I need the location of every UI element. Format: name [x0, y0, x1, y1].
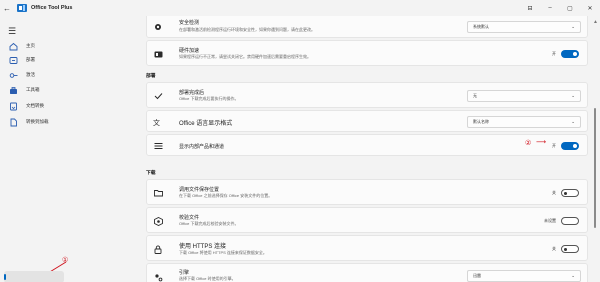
toggle-state-label: 未设置: [544, 218, 556, 223]
close-button[interactable]: ✕: [580, 5, 600, 12]
verify-files-toggle[interactable]: [561, 217, 579, 225]
translate-icon: 文: [153, 117, 163, 127]
card-description: 在下载 Office 之前选择保存 Office 安装文件的位置。: [179, 193, 273, 198]
card-title: 使用 HTTPS 连接: [179, 244, 227, 250]
toggle-state-label: 关: [552, 190, 556, 195]
card-title: 引擎: [179, 270, 190, 276]
hardware-acceleration-toggle[interactable]: [561, 50, 579, 58]
after-deploy-dropdown[interactable]: 无 ⌄: [467, 90, 581, 102]
app-title: Office Tool Plus: [31, 5, 73, 11]
minimize-button[interactable]: –: [540, 5, 560, 11]
checkmark-sparkle-icon: [153, 91, 163, 101]
annotation-arrow-1: [39, 261, 67, 279]
language-format-dropdown[interactable]: 默认名称 ⌄: [467, 116, 581, 128]
settings-card-https: 使用 HTTPS 连接 下载 Office 将使用 HTTPS 连接来保证数据安…: [146, 235, 588, 261]
toggle-state-label: 关: [552, 246, 556, 251]
card-description: 选择下载 Office 时使用的引擎。: [179, 276, 236, 281]
card-title: 校验文件: [179, 215, 200, 221]
title-bar: ← Office Tool Plus ⊟ – ▢ ✕: [0, 0, 600, 16]
back-arrow-icon: ←: [3, 3, 11, 13]
compact-mode-icon[interactable]: ⊟: [520, 5, 540, 12]
sidebar: ☰ 主页 部署 激活 工具箱 文档转换 转换到加载 ①: [0, 16, 110, 282]
chevron-down-icon: ⌄: [571, 273, 575, 278]
chevron-down-icon: ⌄: [571, 24, 575, 29]
dropdown-value: 无: [473, 93, 477, 98]
sidebar-item-settings[interactable]: [4, 271, 64, 282]
gpu-icon: [153, 49, 163, 59]
back-button[interactable]: ←: [0, 0, 14, 16]
card-description: Office 下载完成后要执行的操作。: [179, 96, 239, 101]
card-title: 硬件加速: [179, 48, 200, 54]
settings-card-hardware-acceleration: 硬件加速 如果程序运行不正常，请尝试关闭它。禁用硬件加速后需要重启程序生效。 开: [146, 40, 588, 66]
vertical-scrollbar[interactable]: ▲: [590, 16, 600, 282]
card-title: 显示内部产品和通道: [179, 144, 225, 150]
scroll-up-icon[interactable]: ▲: [593, 19, 598, 25]
https-toggle[interactable]: [561, 245, 579, 253]
card-title: Office 语言显示格式: [179, 121, 233, 127]
engine-dropdown[interactable]: 迅雷 ⌄: [467, 270, 581, 282]
section-heading-deploy: 部署: [146, 74, 156, 79]
maximize-button[interactable]: ▢: [560, 5, 580, 12]
settings-card-security: 安全检测 在部署和激活前检测程序运行环境和安全性，如果你遇到问题，请在此更改。 …: [146, 16, 588, 38]
card-title: 调用文件保存位置: [179, 187, 220, 193]
verify-cube-icon: [153, 216, 163, 226]
dropdown-value: 系统默认: [473, 24, 489, 29]
save-location-toggle[interactable]: [561, 189, 579, 197]
section-heading-download: 下载: [146, 171, 156, 176]
annotation-arrow-2: ⟶: [536, 139, 547, 146]
office-logo-icon: [17, 4, 27, 12]
chevron-down-icon: ⌄: [571, 119, 575, 124]
folder-icon: [153, 188, 163, 198]
card-description: Office 下载完成后校验安装文件。: [179, 221, 239, 226]
lock-icon: [153, 244, 163, 254]
svg-text:文: 文: [153, 118, 160, 126]
card-description: 如果程序运行不正常，请尝试关闭它。禁用硬件加速后需要重启程序生效。: [179, 54, 311, 59]
toggle-state-label: 开: [552, 51, 556, 56]
toggle-state-label: 开: [552, 143, 556, 148]
dropdown-value: 默认名称: [473, 119, 489, 124]
settings-card-internal-products: 显示内部产品和通道 ② ⟶ 开: [146, 134, 588, 156]
card-title: 安全检测: [179, 20, 200, 26]
settings-content: 安全检测 在部署和激活前检测程序运行环境和安全性，如果你遇到问题，请在此更改。 …: [110, 16, 590, 282]
engine-icon: [153, 272, 163, 282]
card-title: 部署完成后: [179, 90, 205, 96]
card-description: 在部署和激活前检测程序运行环境和安全性，如果你遇到问题，请在此更改。: [179, 27, 315, 32]
annotation-marker-2: ②: [525, 140, 532, 147]
settings-card-save-location: 调用文件保存位置 在下载 Office 之前选择保存 Office 安装文件的位…: [146, 179, 588, 205]
settings-card-language-format: 文 Office 语言显示格式 默认名称 ⌄: [146, 110, 588, 132]
shield-icon: [153, 22, 163, 32]
security-dropdown[interactable]: 系统默认 ⌄: [467, 21, 581, 33]
settings-card-verify-files: 校验文件 Office 下载完成后校验安装文件。 未设置: [146, 207, 588, 233]
dropdown-value: 迅雷: [473, 273, 481, 278]
card-description: 下载 Office 将使用 HTTPS 连接来保证数据安全。: [179, 250, 267, 255]
chevron-down-icon: ⌄: [571, 93, 575, 98]
internal-products-toggle[interactable]: [561, 142, 579, 150]
settings-card-engine: 引擎 选择下载 Office 时使用的引擎。 迅雷 ⌄: [146, 263, 588, 282]
list-icon: [153, 141, 163, 151]
settings-card-after-deploy: 部署完成后 Office 下载完成后要执行的操作。 无 ⌄: [146, 82, 588, 108]
scroll-thumb[interactable]: [594, 108, 596, 228]
